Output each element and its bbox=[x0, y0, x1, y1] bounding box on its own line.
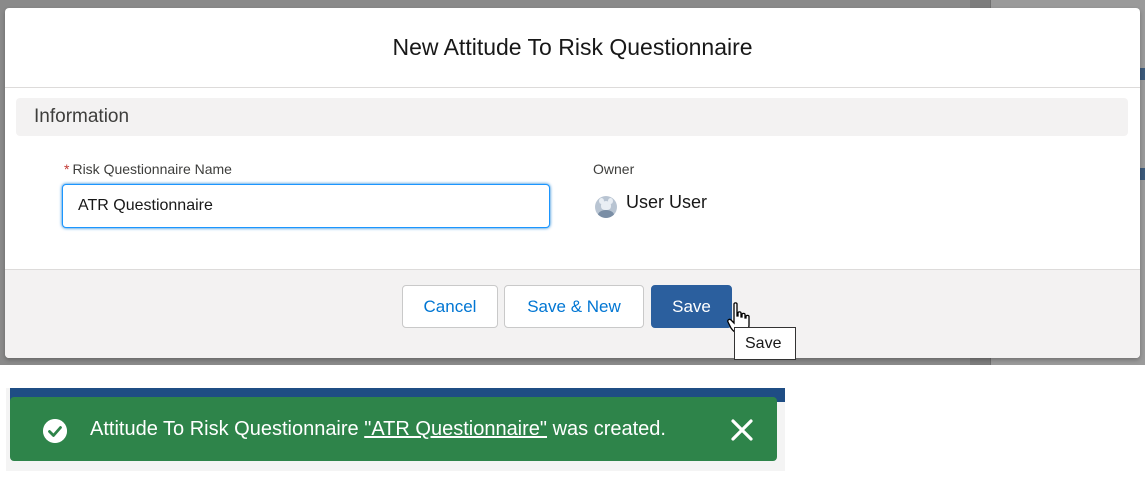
save-and-new-button[interactable]: Save & New bbox=[504, 285, 644, 328]
close-icon[interactable] bbox=[729, 417, 755, 443]
risk-questionnaire-name-input[interactable] bbox=[62, 184, 550, 228]
save-button[interactable]: Save bbox=[651, 285, 732, 328]
avatar-icon bbox=[595, 196, 617, 218]
toast-message-suffix: was created. bbox=[547, 418, 666, 440]
section-title: Information bbox=[34, 106, 130, 127]
name-label-text: Risk Questionnaire Name bbox=[72, 161, 232, 177]
toast-message-prefix: Attitude To Risk Questionnaire bbox=[90, 418, 365, 440]
modal-header: New Attitude To Risk Questionnaire bbox=[5, 8, 1140, 88]
toast-message: Attitude To Risk Questionnaire "ATR Ques… bbox=[90, 418, 666, 441]
save-tooltip: Save bbox=[734, 327, 796, 360]
section-header-information[interactable]: Information bbox=[16, 98, 1128, 136]
success-toast: Attitude To Risk Questionnaire "ATR Ques… bbox=[10, 397, 777, 461]
record-link[interactable]: "ATR Questionnaire" bbox=[364, 418, 547, 440]
cancel-button[interactable]: Cancel bbox=[402, 285, 498, 328]
required-marker: * bbox=[64, 161, 70, 177]
risk-questionnaire-name-label: * Risk Questionnaire Name bbox=[64, 161, 232, 177]
owner-label: Owner bbox=[593, 161, 635, 177]
check-circle-icon bbox=[43, 419, 67, 443]
owner-name[interactable]: User User bbox=[626, 192, 707, 213]
modal-title: New Attitude To Risk Questionnaire bbox=[392, 34, 753, 60]
